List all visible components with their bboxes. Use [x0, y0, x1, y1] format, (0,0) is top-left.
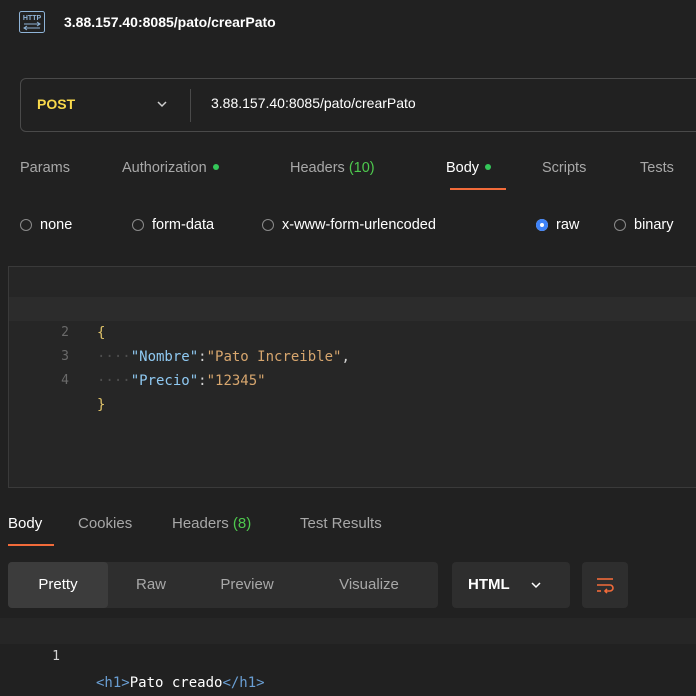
response-tab-headers-label: Headers [172, 515, 229, 532]
active-response-tab-indicator [8, 544, 54, 546]
radio-circle [614, 219, 626, 231]
response-tab-body[interactable]: Body [8, 515, 42, 532]
request-title[interactable]: 3.88.157.40:8085/pato/crearPato [64, 14, 276, 30]
code-text: } [97, 393, 105, 417]
radio-none[interactable]: none [20, 216, 72, 234]
response-text: Pato creado [129, 675, 223, 691]
radio-circle-selected [536, 219, 548, 231]
radio-raw[interactable]: raw [536, 216, 579, 234]
close-brace: } [97, 397, 106, 413]
chevron-down-icon [531, 582, 541, 589]
radio-urlencoded[interactable]: x-www-form-urlencoded [262, 216, 436, 234]
tab-headers[interactable]: Headers (10) [290, 160, 375, 176]
svg-text:HTTP: HTTP [23, 15, 42, 22]
tab-scripts[interactable]: Scripts [542, 160, 586, 176]
format-label: HTML [468, 576, 510, 593]
headers-count: (10) [348, 160, 375, 176]
radio-binary[interactable]: binary [614, 216, 674, 234]
status-dot [212, 164, 219, 170]
radio-form-data[interactable]: form-data [132, 216, 214, 234]
radio-none-label: none [40, 217, 73, 233]
radio-urlencoded-label: x-www-form-urlencoded [282, 217, 436, 233]
view-raw-button[interactable]: Raw [108, 562, 194, 608]
code-line: 2 ····"Nombre":"Pato Increible", [9, 297, 696, 365]
status-dot [485, 164, 492, 170]
tab-body-label: Body [446, 160, 480, 176]
radio-form-data-label: form-data [152, 217, 215, 233]
code-line: 1 { [9, 273, 696, 341]
radio-circle [262, 219, 274, 231]
response-code: <h1>Pato creado</h1> [96, 670, 265, 696]
radio-circle [132, 219, 144, 231]
url-bar: POST 3.88.157.40:8085/pato/crearPato [20, 78, 696, 132]
tab-headers-label: Headers [290, 160, 345, 176]
tab-body[interactable]: Body [446, 160, 492, 176]
response-tab-cookies[interactable]: Cookies [78, 515, 132, 532]
radio-binary-label: binary [634, 217, 674, 233]
url-input[interactable]: 3.88.157.40:8085/pato/crearPato [211, 95, 416, 111]
tab-params[interactable]: Params [20, 160, 70, 176]
line-number: 1 [52, 649, 60, 664]
code-text: ····"Precio":"12345" [97, 373, 266, 389]
view-pretty-button[interactable]: Pretty [8, 562, 108, 608]
format-select[interactable]: HTML [452, 562, 570, 608]
code-line: 3 ····"Precio":"12345" [9, 321, 696, 389]
response-view-group: Pretty Raw Preview Visualize [8, 562, 438, 608]
tab-authorization-label: Authorization [122, 160, 207, 176]
tab-tests[interactable]: Tests [640, 160, 674, 176]
method-selector[interactable]: POST [37, 96, 75, 112]
radio-raw-label: raw [556, 217, 580, 233]
active-tab-indicator [450, 188, 506, 190]
open-tag: <h1> [96, 675, 130, 691]
view-visualize-button[interactable]: Visualize [300, 562, 438, 608]
divider [190, 89, 191, 122]
request-body-editor[interactable]: 1 { 2 ····"Nombre":"Pato Increible", 3 ·… [8, 266, 696, 488]
json-key: "Precio" [130, 373, 199, 389]
json-value: "12345" [206, 373, 266, 389]
wrap-lines-icon [597, 578, 614, 594]
close-tag: </h1> [222, 675, 265, 691]
view-preview-button[interactable]: Preview [194, 562, 300, 608]
response-headers-count: (8) [232, 515, 252, 532]
request-title-bar: HTTP 3.88.157.40:8085/pato/crearPato [0, 0, 696, 44]
code-line: 4 } [9, 345, 696, 413]
wrap-lines-button[interactable] [582, 562, 628, 608]
chevron-down-icon[interactable] [155, 97, 169, 111]
radio-circle [20, 219, 32, 231]
response-tab-headers[interactable]: Headers (8) [172, 515, 251, 532]
http-icon: HTTP [19, 11, 45, 33]
tab-authorization[interactable]: Authorization [122, 160, 219, 176]
response-tab-test-results[interactable]: Test Results [300, 515, 382, 532]
line-number: 4 [61, 373, 69, 388]
response-body[interactable]: 1 <h1>Pato creado</h1> [0, 618, 696, 691]
